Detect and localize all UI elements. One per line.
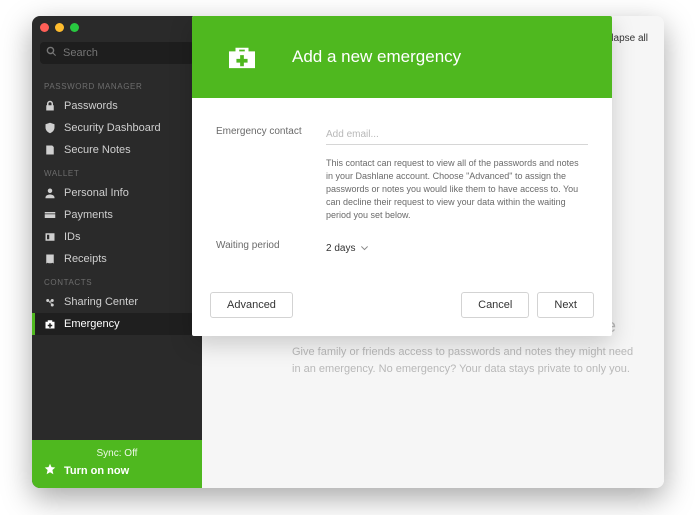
minimize-window-button[interactable]: [55, 23, 64, 32]
app-window: PASSWORD MANAGER Passwords Security Dash…: [32, 16, 664, 488]
person-icon: [44, 187, 56, 199]
star-icon: [44, 463, 56, 478]
receipt-icon: [44, 253, 56, 265]
sync-footer: Sync: Off Turn on now: [32, 440, 202, 488]
advanced-button[interactable]: Advanced: [210, 292, 293, 318]
chevron-down-icon: [361, 243, 368, 254]
add-emergency-modal: Add a new emergency Emergency contact Th…: [192, 16, 612, 336]
section-label-contacts: CONTACTS: [32, 270, 202, 291]
turn-on-label: Turn on now: [64, 465, 129, 477]
search-input[interactable]: [63, 47, 188, 59]
sidebar-item-personal-info[interactable]: Personal Info: [32, 182, 202, 204]
waiting-period-value: 2 days: [326, 243, 355, 254]
share-icon: [44, 296, 56, 308]
waiting-period-select[interactable]: 2 days: [326, 243, 368, 254]
main-area: Collapse all lane Give family or friends…: [202, 16, 664, 488]
background-description: Give family or friends access to passwor…: [292, 344, 644, 377]
sidebar-item-emergency[interactable]: Emergency: [32, 313, 202, 335]
modal-header: Add a new emergency: [192, 16, 612, 98]
modal-footer: Advanced Cancel Next: [192, 282, 612, 336]
shield-icon: [44, 122, 56, 134]
sidebar-item-label: Sharing Center: [64, 296, 138, 308]
next-button[interactable]: Next: [537, 292, 594, 318]
turn-on-sync-button[interactable]: Turn on now: [44, 463, 190, 478]
sidebar-item-security-dashboard[interactable]: Security Dashboard: [32, 117, 202, 139]
sidebar-item-label: Payments: [64, 209, 113, 221]
modal-help-text: This contact can request to view all of …: [326, 157, 588, 222]
sidebar-item-label: Personal Info: [64, 187, 129, 199]
search-icon: [46, 46, 57, 60]
sidebar-item-passwords[interactable]: Passwords: [32, 95, 202, 117]
close-window-button[interactable]: [40, 23, 49, 32]
sidebar-item-secure-notes[interactable]: Secure Notes: [32, 139, 202, 161]
section-label-wallet: WALLET: [32, 161, 202, 182]
window-controls: [32, 16, 202, 38]
id-icon: [44, 231, 56, 243]
sidebar-item-label: Receipts: [64, 253, 107, 265]
sidebar-item-receipts[interactable]: Receipts: [32, 248, 202, 270]
sidebar-item-label: Security Dashboard: [64, 122, 161, 134]
sidebar-item-ids[interactable]: IDs: [32, 226, 202, 248]
sidebar-item-payments[interactable]: Payments: [32, 204, 202, 226]
emergency-contact-input[interactable]: [326, 127, 588, 145]
medical-kit-icon: [192, 44, 292, 70]
modal-body: Emergency contact This contact can reque…: [192, 98, 612, 282]
sidebar-item-label: IDs: [64, 231, 81, 243]
card-icon: [44, 209, 56, 221]
section-label-password-manager: PASSWORD MANAGER: [32, 74, 202, 95]
modal-title: Add a new emergency: [292, 47, 461, 67]
sidebar: PASSWORD MANAGER Passwords Security Dash…: [32, 16, 202, 488]
waiting-period-label: Waiting period: [216, 238, 326, 256]
sync-status: Sync: Off: [44, 448, 190, 459]
emergency-contact-label: Emergency contact: [216, 124, 326, 145]
zoom-window-button[interactable]: [70, 23, 79, 32]
sidebar-item-label: Passwords: [64, 100, 118, 112]
sidebar-item-label: Emergency: [64, 318, 120, 330]
note-icon: [44, 144, 56, 156]
search-field[interactable]: [40, 42, 194, 64]
lock-icon: [44, 100, 56, 112]
sidebar-item-label: Secure Notes: [64, 144, 131, 156]
cancel-button[interactable]: Cancel: [461, 292, 529, 318]
sidebar-item-sharing-center[interactable]: Sharing Center: [32, 291, 202, 313]
emergency-icon: [44, 318, 56, 330]
